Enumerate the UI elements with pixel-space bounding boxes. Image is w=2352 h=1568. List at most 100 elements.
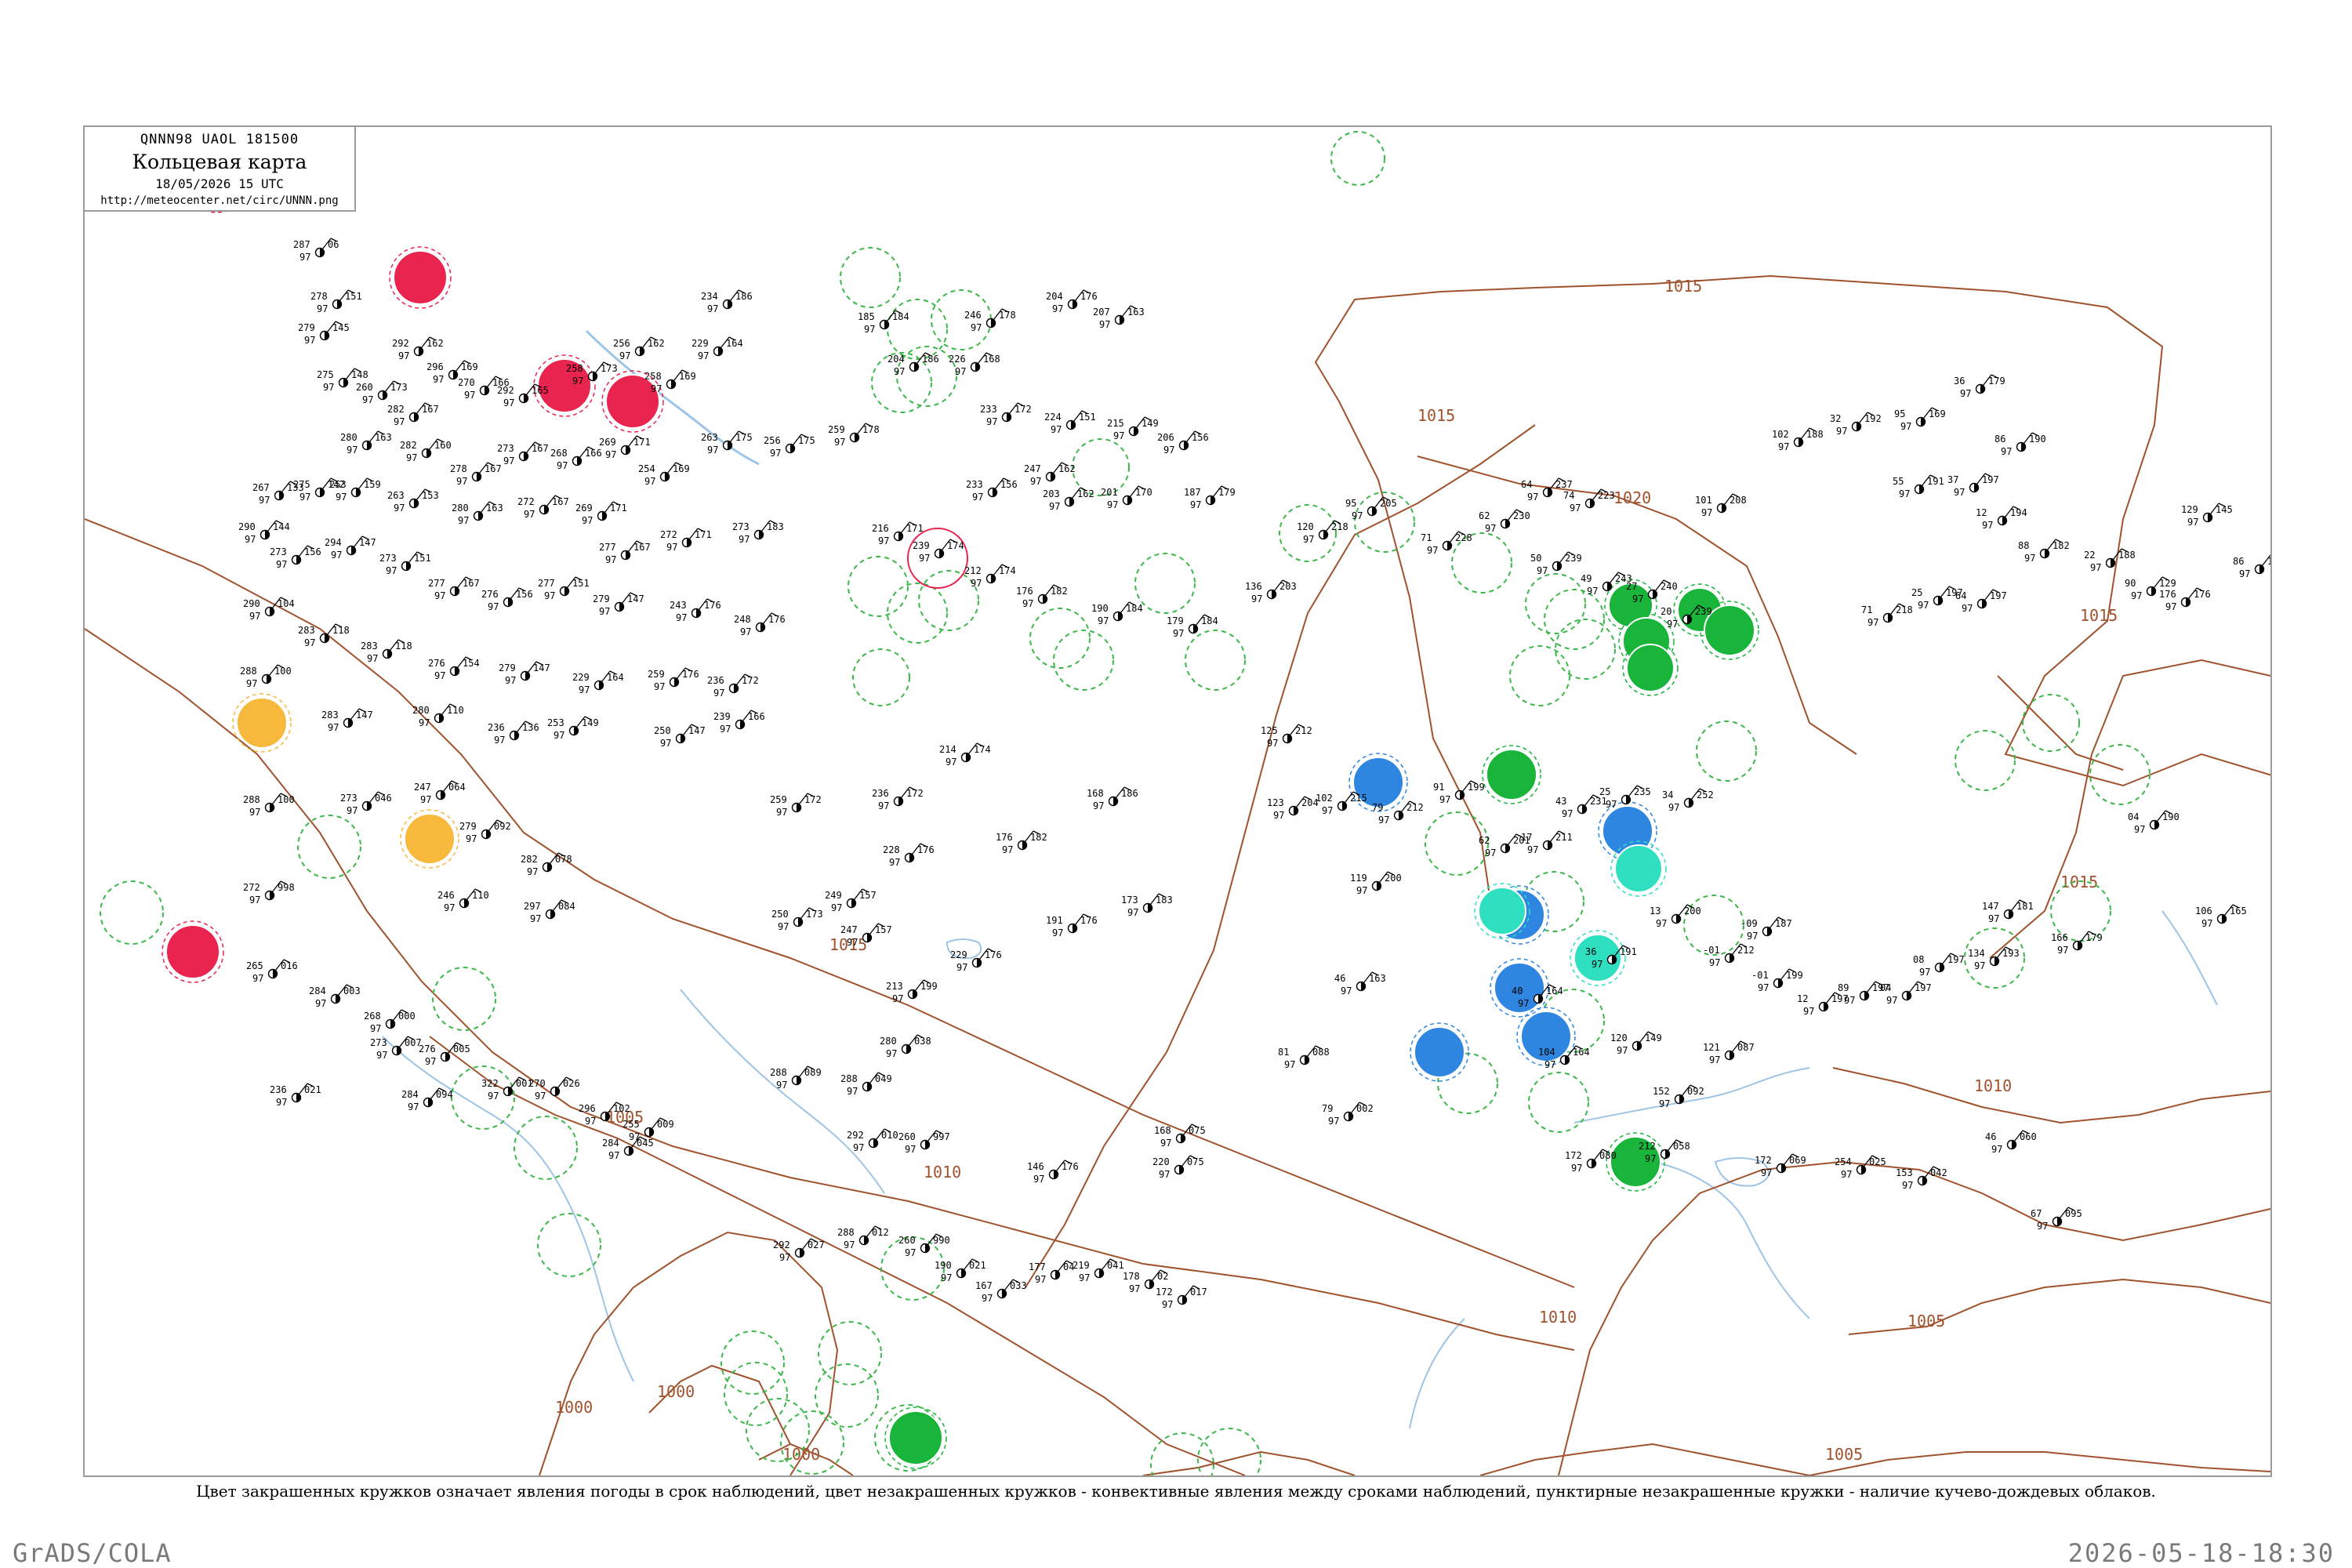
drizzle-weather-circle[interactable] — [1478, 887, 1526, 935]
station[interactable]: 172 080 97 — [1565, 1149, 1617, 1174]
station[interactable]: 284 003 97 — [309, 984, 361, 1009]
station[interactable]: 166 179 97 — [2051, 931, 2103, 956]
station[interactable]: 236 172 97 — [707, 673, 759, 699]
station[interactable]: 256 162 97 — [613, 336, 665, 361]
station[interactable]: 272 171 97 — [660, 528, 712, 553]
rain-weather-circle[interactable] — [1486, 749, 1537, 800]
station[interactable]: 269 171 97 — [575, 501, 627, 526]
station[interactable]: 278 167 97 — [450, 462, 502, 487]
station[interactable]: 292 010 97 — [847, 1128, 898, 1153]
station[interactable]: 294 147 97 — [325, 535, 376, 561]
station[interactable]: 81 088 97 — [1278, 1045, 1330, 1070]
station[interactable]: 292 027 97 — [773, 1238, 825, 1263]
station[interactable]: 273 167 97 — [497, 441, 549, 466]
station[interactable]: 04 197 97 — [1880, 981, 1932, 1006]
station[interactable]: 203 162 97 — [1043, 487, 1094, 512]
station[interactable]: 259 176 97 — [648, 667, 699, 692]
station[interactable]: 46 163 97 — [1334, 971, 1386, 996]
rain-weather-circle[interactable] — [1626, 644, 1675, 692]
station[interactable]: 283 147 97 — [321, 708, 373, 733]
station[interactable]: 233 156 97 — [966, 477, 1018, 503]
station[interactable]: 234 186 97 — [701, 289, 753, 314]
station[interactable]: 259 172 97 — [770, 793, 822, 818]
station[interactable]: 254 025 97 — [1835, 1155, 1886, 1180]
station[interactable]: 282 078 97 — [521, 852, 572, 877]
station[interactable]: 215 149 97 — [1107, 416, 1159, 441]
station[interactable]: 86 137 97 — [2233, 554, 2270, 579]
station[interactable]: 276 154 97 — [428, 656, 480, 681]
snow-weather-circle[interactable] — [1414, 1026, 1465, 1078]
station[interactable]: 213 199 97 — [886, 979, 938, 1004]
station[interactable]: 268 000 97 — [364, 1009, 416, 1034]
station[interactable]: 146 176 97 — [1027, 1160, 1079, 1185]
station[interactable]: 273 151 97 — [379, 551, 431, 576]
thunder-weather-circle[interactable] — [393, 250, 448, 305]
station[interactable]: 280 038 97 — [880, 1034, 931, 1059]
station[interactable]: 71 218 97 — [1861, 603, 1913, 628]
station[interactable]: 277 151 97 — [538, 576, 590, 601]
fog-weather-circle[interactable] — [236, 697, 288, 749]
rain-weather-circle[interactable] — [888, 1410, 943, 1465]
station[interactable]: 259 178 97 — [828, 423, 880, 448]
fog-weather-circle[interactable] — [404, 813, 456, 865]
station[interactable]: 152 092 97 — [1653, 1084, 1704, 1109]
station[interactable]: 279 147 97 — [593, 592, 644, 617]
station[interactable]: 249 157 97 — [825, 888, 877, 913]
station[interactable]: 88 182 97 — [2018, 539, 2070, 564]
station[interactable]: 279 145 97 — [298, 321, 350, 346]
station[interactable]: 201 170 97 — [1101, 485, 1152, 510]
station[interactable]: -01 199 97 — [1751, 968, 1803, 993]
station[interactable]: 229 164 97 — [691, 336, 743, 361]
station[interactable]: 13 200 97 — [1650, 904, 1701, 929]
station[interactable]: 36 179 97 — [1954, 374, 2005, 399]
station[interactable]: 247 162 97 — [1024, 462, 1076, 487]
station[interactable]: 272 167 97 — [517, 495, 569, 520]
station[interactable]: 272 998 97 — [243, 880, 295, 906]
station[interactable]: 239 174 97 — [913, 539, 964, 564]
station[interactable]: -09 187 97 — [1740, 916, 1792, 942]
station[interactable]: 185 184 97 — [858, 310, 909, 335]
station[interactable]: 91 199 97 — [1433, 780, 1485, 805]
station[interactable]: 95 169 97 — [1894, 407, 1946, 432]
station[interactable]: 172 017 97 — [1156, 1285, 1207, 1310]
station[interactable]: 190 184 97 — [1091, 601, 1143, 626]
station[interactable]: 236 172 97 — [872, 786, 924, 811]
station[interactable]: 236 136 97 — [488, 720, 539, 746]
station[interactable]: 101 208 97 — [1695, 493, 1747, 518]
station[interactable]: 280 163 97 — [452, 501, 503, 526]
station[interactable]: 22 188 97 — [2084, 548, 2136, 573]
station[interactable]: 280 110 97 — [412, 703, 464, 728]
station[interactable]: 288 100 97 — [240, 664, 292, 689]
station[interactable]: 129 145 97 — [2181, 503, 2233, 528]
station[interactable]: 229 164 97 — [572, 670, 624, 695]
station[interactable]: 04 190 97 — [2128, 810, 2180, 835]
station[interactable]: 273 046 97 — [340, 791, 392, 816]
station[interactable]: 268 166 97 — [550, 446, 602, 471]
station[interactable]: 102 188 97 — [1772, 427, 1824, 452]
station[interactable]: 55 191 97 — [1893, 474, 1944, 499]
station[interactable]: 263 175 97 — [701, 430, 753, 456]
station[interactable]: 278 151 97 — [310, 289, 362, 314]
station[interactable]: 284 094 97 — [401, 1087, 453, 1112]
station[interactable]: 176 182 97 — [996, 830, 1047, 855]
station[interactable]: 292 162 97 — [392, 336, 444, 361]
station[interactable]: 284 04597 — [602, 1136, 654, 1161]
station[interactable]: 260 990 97 — [898, 1233, 950, 1258]
station[interactable]: 168 186 97 — [1087, 786, 1138, 811]
station[interactable]: 125 212 97 — [1261, 724, 1312, 749]
station[interactable]: 288 089 97 — [770, 1065, 822, 1091]
map-area[interactable]: 1015101510201015101010051000100010001005… — [83, 125, 2272, 1477]
station[interactable]: 277 167 97 — [599, 540, 651, 565]
station[interactable]: 273 156 97 — [270, 545, 321, 570]
station[interactable]: 46 060 97 — [1985, 1130, 2037, 1155]
station[interactable]: 297 084 97 — [524, 899, 575, 924]
station[interactable]: 243 176 97 — [670, 598, 721, 623]
station[interactable]: 120 149 97 — [1610, 1031, 1662, 1056]
station[interactable]: 279 092 97 — [459, 819, 511, 844]
station[interactable]: 254 169 97 — [638, 462, 690, 487]
station[interactable]: 269 171 97 — [599, 435, 651, 460]
station[interactable]: 12 19797 — [1797, 992, 1849, 1017]
station[interactable]: 250 173 97 — [771, 907, 823, 932]
station[interactable]: 64 197 97 — [1955, 589, 2007, 614]
station[interactable]: 277 167 97 — [428, 576, 480, 601]
